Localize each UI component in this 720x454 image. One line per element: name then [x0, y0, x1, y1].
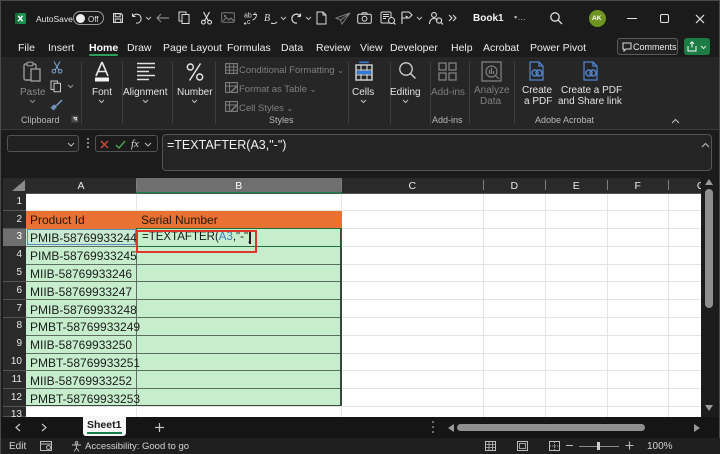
svg-text:B: B: [264, 13, 270, 24]
svg-text:c: c: [247, 19, 251, 25]
